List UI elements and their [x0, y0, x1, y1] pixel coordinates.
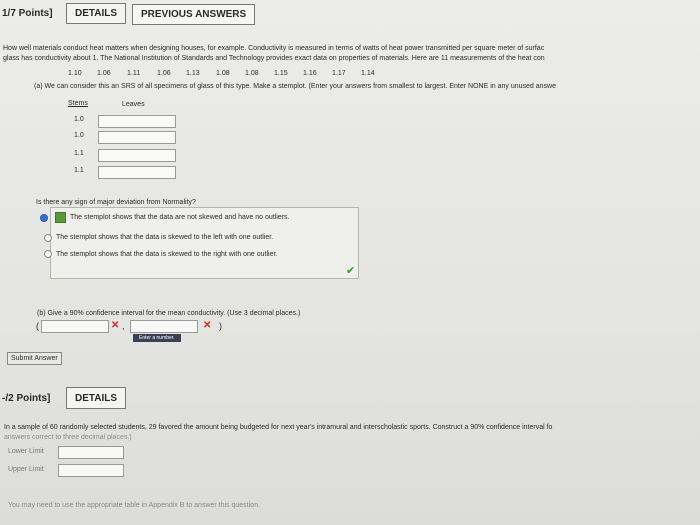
q2-text-line-2: answers correct to three decimal places.… — [4, 434, 132, 441]
measurement: 1.11 — [127, 70, 141, 77]
paren-open: ( — [36, 321, 39, 331]
lower-limit-label: Lower Limit — [8, 448, 44, 455]
ci-lower-input[interactable] — [41, 320, 109, 333]
stem-value: 1.1 — [74, 167, 84, 174]
measurement: 1.17 — [332, 70, 346, 77]
details-button[interactable]: DETAILS — [66, 387, 127, 409]
paren-close: ) — [219, 321, 222, 331]
normality-question: Is there any sign of major deviation fro… — [36, 199, 196, 206]
measurement: 1.06 — [157, 70, 171, 77]
points-label: 1/7 Points] — [2, 8, 53, 19]
comma: , — [122, 321, 125, 331]
measurement: 1.08 — [216, 70, 230, 77]
measurement: 1.08 — [245, 70, 259, 77]
measurement: 1.06 — [97, 70, 111, 77]
measurement: 1.16 — [303, 70, 317, 77]
incorrect-icon: ✕ — [111, 320, 120, 331]
upper-limit-label: Upper Limit — [8, 466, 44, 473]
leaves-header: Leaves — [122, 101, 145, 108]
option-label-2: The stemplot shows that the data is skew… — [56, 234, 274, 241]
intro-line-2: glass has conductivity about 1. The Nati… — [3, 55, 545, 62]
ci-upper-input[interactable] — [130, 320, 198, 333]
stem-value: 1.1 — [74, 150, 84, 157]
radio-option-1[interactable] — [40, 214, 48, 222]
q2-text-line-1: In a sample of 60 randomly selected stud… — [4, 424, 553, 431]
upper-limit-input[interactable] — [58, 464, 124, 477]
measurement: 1.14 — [361, 70, 375, 77]
leaf-input[interactable] — [98, 166, 176, 179]
leaf-input[interactable] — [98, 149, 176, 162]
measurement: 1.15 — [274, 70, 288, 77]
leaf-input[interactable] — [98, 115, 176, 128]
radio-option-2[interactable] — [44, 234, 52, 242]
tooltip: Enter a number. — [133, 334, 181, 342]
lower-limit-input[interactable] — [58, 446, 124, 459]
incorrect-icon: ✕ — [203, 320, 212, 331]
previous-answers-button[interactable]: PREVIOUS ANSWERS — [132, 4, 256, 25]
option-label-1: The stemplot shows that the data are not… — [70, 214, 290, 221]
leaf-input[interactable] — [98, 131, 176, 144]
part-b-prompt: (b) Give a 90% confidence interval for t… — [37, 310, 301, 317]
measurement: 1.13 — [186, 70, 200, 77]
part-a-prompt: (a) We can consider this an SRS of all s… — [34, 83, 556, 90]
page: 1/7 Points] DETAILS PREVIOUS ANSWERS How… — [0, 0, 700, 525]
details-button[interactable]: DETAILS — [66, 3, 127, 24]
stem-value: 1.0 — [74, 132, 84, 139]
submit-answer-button[interactable]: Submit Answer — [7, 352, 62, 365]
q2-footer: You may need to use the appropriate tabl… — [8, 502, 260, 509]
intro-line-1: How well materials conduct heat matters … — [3, 45, 545, 52]
correct-marker-icon — [55, 212, 66, 223]
stems-header: Stems — [68, 100, 88, 107]
measurement: 1.10 — [68, 70, 82, 77]
checkmark-icon: ✔ — [346, 265, 356, 277]
points-label: -/2 Points] — [2, 393, 51, 404]
option-label-3: The stemplot shows that the data is skew… — [56, 251, 278, 258]
radio-option-3[interactable] — [44, 250, 52, 258]
stem-value: 1.0 — [74, 116, 84, 123]
